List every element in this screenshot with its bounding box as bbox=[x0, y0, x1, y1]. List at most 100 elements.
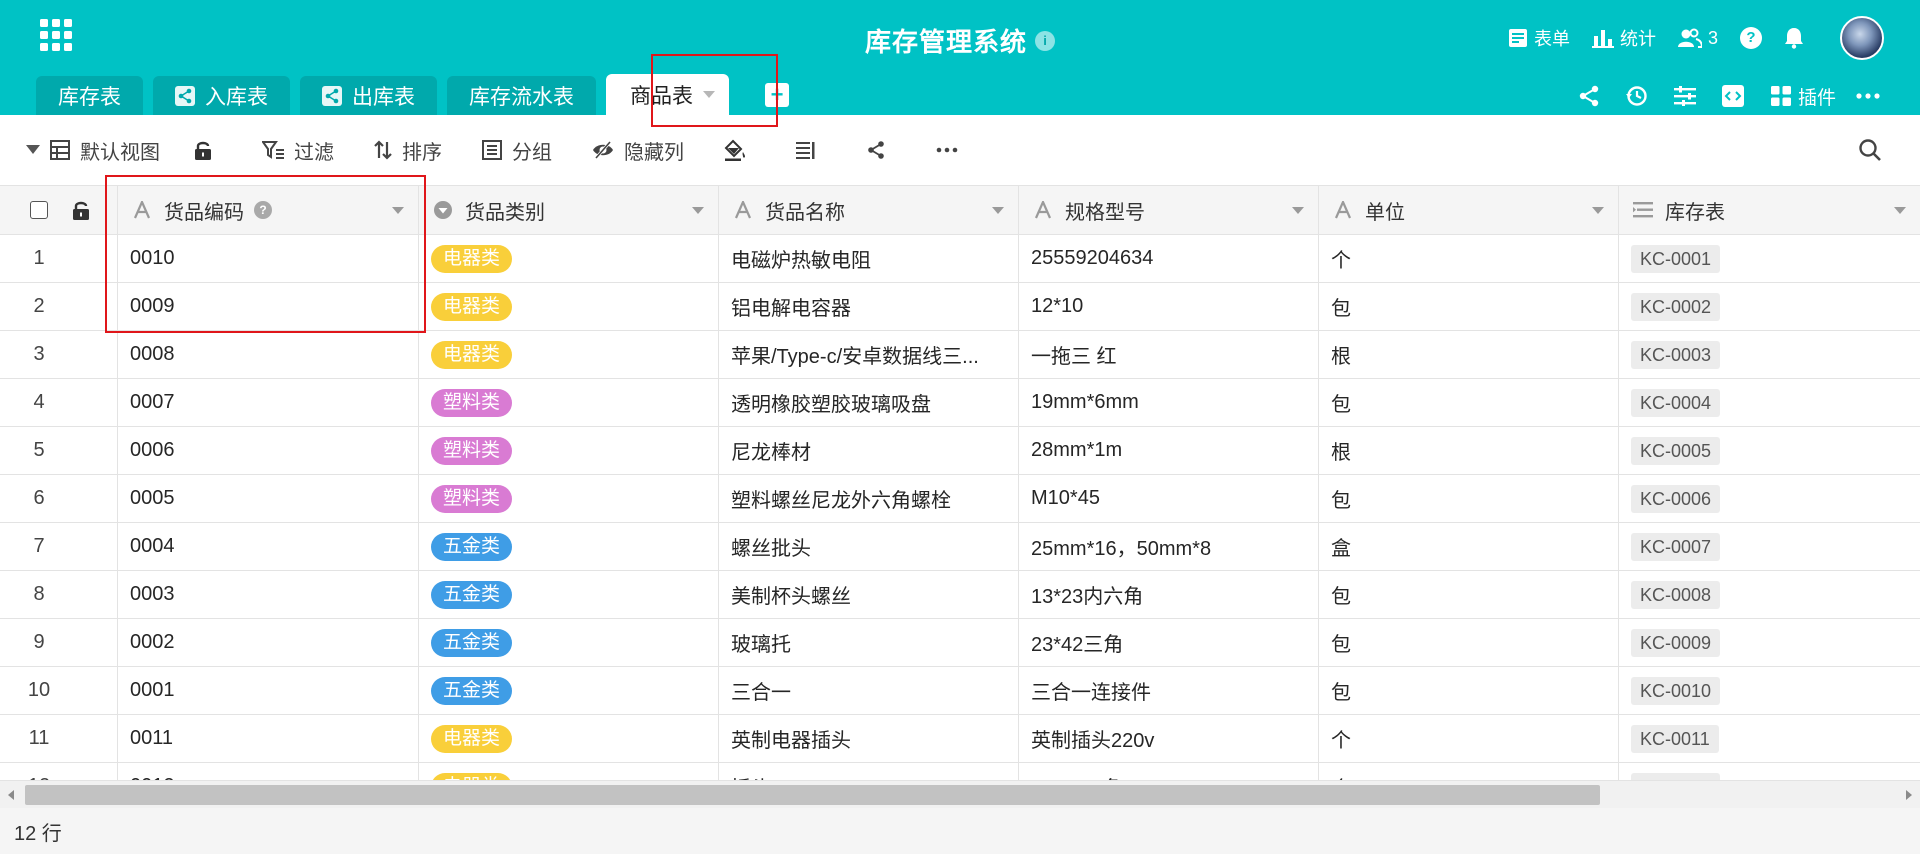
cell-code[interactable]: 0006 bbox=[118, 427, 419, 474]
scrollbar-thumb[interactable] bbox=[25, 785, 1600, 805]
horizontal-scrollbar[interactable] bbox=[0, 780, 1920, 808]
cell-name[interactable]: 电磁炉热敏电阻 bbox=[719, 235, 1019, 282]
table-row[interactable]: 10 0001 五金类 三合一 三合一连接件 包 KC-0010 bbox=[0, 667, 1920, 715]
cell-stock[interactable]: KC-0010 bbox=[1619, 667, 1920, 714]
table-row[interactable]: 7 0004 五金类 螺丝批头 25mm*16，50mm*8 盒 KC-0007 bbox=[0, 523, 1920, 571]
lock-view-button[interactable] bbox=[194, 140, 222, 161]
more-toolbar-button[interactable] bbox=[936, 147, 968, 153]
apps-grid-icon[interactable] bbox=[40, 19, 72, 51]
table-row[interactable]: 8 0003 五金类 美制杯头螺丝 13*23内六角 包 KC-0008 bbox=[0, 571, 1920, 619]
tab-inventory[interactable]: 库存表 bbox=[36, 76, 143, 115]
cell-stock[interactable]: KC-0001 bbox=[1619, 235, 1920, 282]
search-button[interactable] bbox=[1858, 138, 1882, 167]
view-switcher[interactable]: 默认视图 bbox=[26, 136, 160, 165]
cell-category[interactable]: 塑料类 bbox=[419, 475, 719, 522]
cell-code[interactable]: 0009 bbox=[118, 283, 419, 330]
cell-stock[interactable]: KC-0002 bbox=[1619, 283, 1920, 330]
cell-unit[interactable]: 包 bbox=[1319, 667, 1619, 714]
sort-button[interactable]: 排序 bbox=[374, 136, 442, 165]
cell-stock[interactable]: KC-0007 bbox=[1619, 523, 1920, 570]
cell-name[interactable]: 三合一 bbox=[719, 667, 1019, 714]
cell-unit[interactable]: 个 bbox=[1319, 235, 1619, 282]
more-button[interactable] bbox=[1856, 93, 1886, 99]
cell-unit[interactable]: 包 bbox=[1319, 475, 1619, 522]
cell-category[interactable]: 电器类 bbox=[419, 235, 719, 282]
scroll-right-icon[interactable] bbox=[1906, 790, 1912, 800]
settings-button[interactable] bbox=[1673, 86, 1702, 106]
chevron-down-icon[interactable] bbox=[703, 91, 715, 98]
tab-inventory-flow[interactable]: 库存流水表 bbox=[447, 76, 596, 115]
column-header-category[interactable]: 货品类别 bbox=[419, 186, 719, 234]
cell-name[interactable]: 英制电器插头 bbox=[719, 715, 1019, 762]
cell-code[interactable]: 0002 bbox=[118, 619, 419, 666]
table-row[interactable]: 2 0009 电器类 铝电解电容器 12*10 包 KC-0002 bbox=[0, 283, 1920, 331]
cell-name[interactable]: 尼龙棒材 bbox=[719, 427, 1019, 474]
table-row[interactable]: 12 0012 电器类 插头 20*40三角 个 KC-0012 bbox=[0, 763, 1920, 780]
cell-name[interactable]: 塑料螺丝尼龙外六角螺栓 bbox=[719, 475, 1019, 522]
column-header-name[interactable]: 货品名称 bbox=[719, 186, 1019, 234]
cell-stock[interactable]: KC-0006 bbox=[1619, 475, 1920, 522]
chevron-down-icon[interactable] bbox=[1292, 207, 1304, 214]
stats-button[interactable]: 统计 bbox=[1591, 25, 1656, 51]
cell-name[interactable]: 螺丝批头 bbox=[719, 523, 1019, 570]
cell-category[interactable]: 五金类 bbox=[419, 619, 719, 666]
table-row[interactable]: 1 0010 电器类 电磁炉热敏电阻 25559204634 个 KC-0001 bbox=[0, 235, 1920, 283]
cell-code[interactable]: 0010 bbox=[118, 235, 419, 282]
cell-spec[interactable]: 23*42三角 bbox=[1019, 619, 1319, 666]
table-row[interactable]: 5 0006 塑料类 尼龙棒材 28mm*1m 根 KC-0005 bbox=[0, 427, 1920, 475]
select-all-checkbox[interactable] bbox=[30, 201, 48, 219]
cell-spec[interactable]: 三合一连接件 bbox=[1019, 667, 1319, 714]
cell-stock[interactable]: KC-0003 bbox=[1619, 331, 1920, 378]
info-icon[interactable]: i bbox=[1035, 30, 1055, 51]
cell-code[interactable]: 0004 bbox=[118, 523, 419, 570]
table-row[interactable]: 6 0005 塑料类 塑料螺丝尼龙外六角螺栓 M10*45 包 KC-0006 bbox=[0, 475, 1920, 523]
cell-unit[interactable]: 个 bbox=[1319, 763, 1619, 780]
notifications-button[interactable] bbox=[1784, 27, 1810, 49]
tab-inbound[interactable]: 入库表 bbox=[153, 76, 290, 115]
cell-name[interactable]: 美制杯头螺丝 bbox=[719, 571, 1019, 618]
cell-spec[interactable]: 28mm*1m bbox=[1019, 427, 1319, 474]
cell-category[interactable]: 塑料类 bbox=[419, 379, 719, 426]
share-view-button[interactable] bbox=[866, 140, 896, 160]
cell-category[interactable]: 电器类 bbox=[419, 763, 719, 780]
column-header-code[interactable]: 货品编码 ? bbox=[118, 186, 419, 234]
share-button[interactable] bbox=[1578, 85, 1606, 107]
cell-code[interactable]: 0003 bbox=[118, 571, 419, 618]
cell-name[interactable]: 插头 bbox=[719, 763, 1019, 780]
table-row[interactable]: 3 0008 电器类 苹果/Type-c/安卓数据线三... 一拖三 红 根 KC-0003 bbox=[0, 331, 1920, 379]
cell-category[interactable]: 塑料类 bbox=[419, 427, 719, 474]
cell-unit[interactable]: 包 bbox=[1319, 283, 1619, 330]
members-button[interactable]: 3 bbox=[1677, 28, 1718, 49]
cell-name[interactable]: 苹果/Type-c/安卓数据线三... bbox=[719, 331, 1019, 378]
cell-spec[interactable]: 12*10 bbox=[1019, 283, 1319, 330]
cell-code[interactable]: 0001 bbox=[118, 667, 419, 714]
cell-category[interactable]: 五金类 bbox=[419, 667, 719, 714]
form-button[interactable]: 表单 bbox=[1508, 25, 1570, 51]
cell-code[interactable]: 0007 bbox=[118, 379, 419, 426]
cell-stock[interactable]: KC-0009 bbox=[1619, 619, 1920, 666]
cell-unit[interactable]: 包 bbox=[1319, 619, 1619, 666]
column-header-spec[interactable]: 规格型号 bbox=[1019, 186, 1319, 234]
chevron-down-icon[interactable] bbox=[1592, 207, 1604, 214]
cell-unit[interactable]: 根 bbox=[1319, 427, 1619, 474]
table-row[interactable]: 4 0007 塑料类 透明橡胶塑胶玻璃吸盘 19mm*6mm 包 KC-0004 bbox=[0, 379, 1920, 427]
avatar[interactable] bbox=[1840, 16, 1884, 60]
chevron-down-icon[interactable] bbox=[1894, 207, 1906, 214]
cell-category[interactable]: 五金类 bbox=[419, 571, 719, 618]
cell-spec[interactable]: 19mm*6mm bbox=[1019, 379, 1319, 426]
cell-name[interactable]: 玻璃托 bbox=[719, 619, 1019, 666]
tab-outbound[interactable]: 出库表 bbox=[300, 76, 437, 115]
cell-spec[interactable]: 25mm*16，50mm*8 bbox=[1019, 523, 1319, 570]
add-table-button[interactable]: + bbox=[765, 83, 789, 107]
cell-category[interactable]: 电器类 bbox=[419, 715, 719, 762]
cell-unit[interactable]: 包 bbox=[1319, 379, 1619, 426]
cell-spec[interactable]: 25559204634 bbox=[1019, 235, 1319, 282]
help-button[interactable]: ? bbox=[1740, 27, 1762, 49]
cell-category[interactable]: 五金类 bbox=[419, 523, 719, 570]
cell-category[interactable]: 电器类 bbox=[419, 331, 719, 378]
row-color-button[interactable] bbox=[724, 139, 756, 161]
chevron-down-icon[interactable] bbox=[992, 207, 1004, 214]
cell-stock[interactable]: KC-0005 bbox=[1619, 427, 1920, 474]
cell-unit[interactable]: 根 bbox=[1319, 331, 1619, 378]
cell-stock[interactable]: KC-0012 bbox=[1619, 763, 1920, 780]
